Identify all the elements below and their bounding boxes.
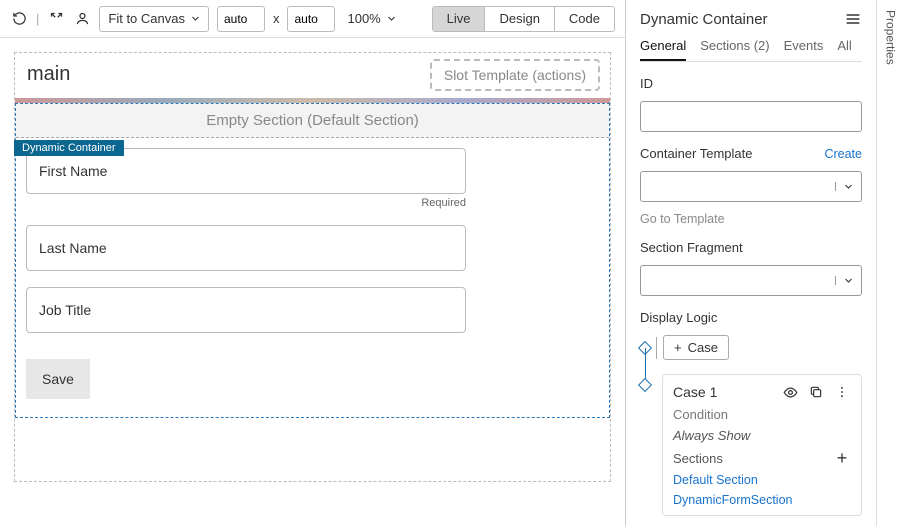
- section-link-default[interactable]: Default Section: [673, 473, 851, 487]
- chevron-down-icon: [835, 182, 861, 191]
- properties-rail[interactable]: Properties: [876, 0, 904, 526]
- kebab-icon[interactable]: [833, 383, 851, 401]
- copy-icon[interactable]: [807, 383, 825, 401]
- form-area: Required Save: [16, 138, 609, 399]
- container-template-select[interactable]: [640, 171, 862, 202]
- props-tabs: General Sections (2) Events All: [640, 38, 862, 62]
- container-template-label: Container Template Create: [640, 146, 862, 161]
- tab-sections[interactable]: Sections (2): [700, 38, 769, 61]
- dynamic-container-badge: Dynamic Container: [14, 140, 124, 156]
- section-link-dynamic[interactable]: DynamicFormSection: [673, 493, 851, 507]
- create-link[interactable]: Create: [824, 147, 862, 161]
- case-card[interactable]: Case 1 Condition Always Show Sections + …: [662, 374, 862, 516]
- mode-code-button[interactable]: Code: [555, 7, 614, 31]
- chevron-down-icon: [191, 14, 200, 23]
- condition-value: Always Show: [673, 428, 851, 443]
- fit-label: Fit to Canvas: [108, 11, 185, 26]
- props-header: Dynamic Container: [640, 10, 862, 28]
- chevron-down-icon: [387, 14, 396, 23]
- slot-template-actions[interactable]: Slot Template (actions): [430, 59, 600, 91]
- case-title-row: Case 1: [673, 383, 851, 401]
- add-case-button[interactable]: + Case: [663, 335, 729, 360]
- condition-label: Condition: [673, 407, 851, 422]
- goto-template-link[interactable]: Go to Template: [640, 212, 862, 226]
- save-button[interactable]: Save: [26, 359, 90, 399]
- sections-row: Sections +: [673, 449, 851, 467]
- case-tree: Case 1 Condition Always Show Sections + …: [640, 374, 862, 516]
- plus-icon: +: [674, 340, 682, 355]
- fit-dropdown[interactable]: Fit to Canvas: [99, 6, 209, 32]
- section-fragment-label: Section Fragment: [640, 240, 862, 255]
- height-input[interactable]: [287, 6, 335, 32]
- case-title: Case 1: [673, 384, 717, 400]
- page-canvas[interactable]: main Slot Template (actions) Dynamic Con…: [14, 52, 611, 482]
- last-name-input[interactable]: [26, 225, 466, 271]
- first-name-field: Required: [26, 148, 599, 209]
- display-logic-root: + Case: [640, 335, 862, 360]
- properties-panel: Dynamic Container General Sections (2) E…: [626, 0, 876, 526]
- id-label: ID: [640, 76, 862, 91]
- zoom-dropdown[interactable]: 100%: [343, 6, 399, 32]
- main-column: | Fit to Canvas x 100% Live Design Code …: [0, 0, 626, 526]
- width-input[interactable]: [217, 6, 265, 32]
- required-hint: Required: [26, 197, 466, 209]
- chevron-down-icon: [835, 276, 861, 285]
- refresh-icon[interactable]: [10, 10, 28, 28]
- menu-icon[interactable]: [844, 10, 862, 28]
- tab-all[interactable]: All: [837, 38, 851, 61]
- expand-icon[interactable]: [47, 10, 65, 28]
- case-button-label: Case: [688, 340, 718, 355]
- mode-live-button[interactable]: Live: [433, 7, 486, 31]
- eye-icon[interactable]: [781, 383, 799, 401]
- connector-line: [656, 337, 657, 359]
- mode-design-button[interactable]: Design: [485, 7, 554, 31]
- rail-label: Properties: [884, 10, 898, 65]
- decision-node-icon: [638, 378, 652, 392]
- top-toolbar: | Fit to Canvas x 100% Live Design Code: [0, 0, 625, 38]
- plus-icon[interactable]: +: [833, 449, 851, 467]
- props-title: Dynamic Container: [640, 11, 768, 28]
- tab-events[interactable]: Events: [784, 38, 824, 61]
- dim-x-label: x: [273, 11, 280, 26]
- sections-label: Sections: [673, 451, 723, 466]
- tree-connector: [640, 374, 662, 516]
- separator: |: [36, 11, 39, 26]
- job-title-field: [26, 287, 599, 333]
- section-fragment-select[interactable]: [640, 265, 862, 296]
- job-title-input[interactable]: [26, 287, 466, 333]
- canvas-viewport: main Slot Template (actions) Dynamic Con…: [0, 38, 625, 526]
- mode-switch: Live Design Code: [432, 6, 615, 32]
- display-logic-label: Display Logic: [640, 310, 862, 325]
- id-input[interactable]: [640, 101, 862, 132]
- tab-general[interactable]: General: [640, 38, 686, 61]
- user-icon[interactable]: [73, 10, 91, 28]
- case-actions: [781, 383, 851, 401]
- zoom-label: 100%: [347, 11, 380, 26]
- container-template-text: Container Template: [640, 146, 753, 161]
- last-name-field: [26, 225, 599, 271]
- empty-section-label[interactable]: Empty Section (Default Section): [16, 104, 609, 138]
